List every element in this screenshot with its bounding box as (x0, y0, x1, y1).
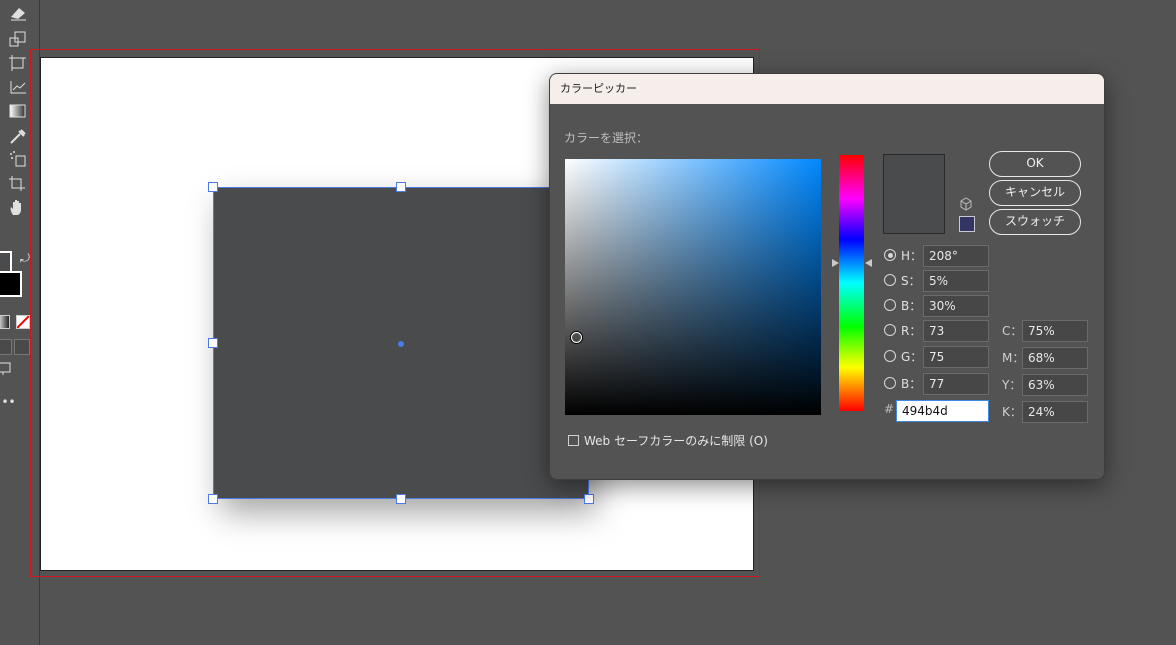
blue-radio[interactable] (884, 377, 896, 389)
saturation-field[interactable]: 5% (923, 270, 989, 292)
yellow-field[interactable]: 63% (1022, 374, 1088, 396)
hue-field[interactable]: 208° (923, 245, 989, 267)
magenta-field[interactable]: 68% (1022, 347, 1088, 369)
hue-radio[interactable] (884, 249, 896, 261)
saturation-brightness-field[interactable] (565, 159, 821, 415)
saturation-label: S： (901, 274, 921, 288)
select-color-label: カラーを選択： (564, 131, 649, 145)
saturation-row: S： 5% (884, 270, 994, 292)
hue-slider[interactable] (839, 155, 864, 411)
dialog-title[interactable]: カラーピッカー (550, 74, 1104, 104)
hex-label: # (884, 402, 895, 416)
green-row: G： 75 (884, 346, 994, 368)
current-color-swatch (883, 154, 945, 234)
color-picker-dialog: カラーピッカー カラーを選択： OK キャンセル スウォッチ H： 208° S… (549, 73, 1105, 480)
brightness-label: B： (901, 299, 922, 313)
green-radio[interactable] (884, 350, 896, 362)
handle-bottom-center[interactable] (396, 494, 406, 504)
symbol-sprayer-icon[interactable] (8, 150, 30, 170)
cyan-label: C： (1002, 324, 1023, 338)
more-tools-icon[interactable]: ••• (0, 392, 16, 412)
out-of-web-gamut-icon (959, 196, 973, 211)
handle-middle-left[interactable] (208, 338, 218, 348)
blue-row: B： 77 (884, 373, 994, 395)
draw-behind-icon[interactable] (14, 339, 30, 355)
ok-button[interactable]: OK (989, 151, 1081, 177)
graph-icon[interactable] (8, 78, 30, 98)
web-safe-color-swatch[interactable] (959, 216, 975, 232)
color-marker[interactable] (571, 332, 582, 343)
red-label: R： (901, 324, 922, 338)
black-label: K： (1002, 405, 1022, 419)
handle-bottom-right[interactable] (584, 494, 594, 504)
hand-icon[interactable] (8, 198, 30, 218)
brightness-radio[interactable] (884, 299, 896, 311)
handle-top-left[interactable] (208, 182, 218, 192)
stroke-swatch[interactable] (0, 271, 22, 297)
center-point (398, 341, 404, 347)
black-field[interactable]: 24% (1022, 401, 1088, 423)
draw-mode-icon[interactable] (0, 339, 12, 355)
cancel-button[interactable]: キャンセル (989, 180, 1081, 206)
hue-slider-arrow-right[interactable] (865, 259, 872, 267)
cyan-field[interactable]: 75% (1022, 320, 1088, 342)
gradient-swatch-icon[interactable] (0, 315, 10, 329)
saturation-radio[interactable] (884, 274, 896, 286)
red-field[interactable]: 73 (923, 320, 989, 342)
red-row: R： 73 (884, 320, 994, 342)
brightness-field[interactable]: 30% (923, 295, 989, 317)
green-label: G： (901, 350, 923, 364)
slice-icon[interactable] (8, 174, 30, 194)
scale-icon[interactable] (8, 30, 30, 50)
eyedropper-icon[interactable] (8, 127, 30, 147)
artboard-icon[interactable] (8, 54, 30, 74)
brightness-row: B： 30% (884, 295, 994, 317)
yellow-label: Y： (1002, 378, 1022, 392)
gradient-icon[interactable] (8, 102, 30, 122)
hex-field[interactable]: 494b4d (896, 400, 989, 422)
blue-label: B： (901, 377, 922, 391)
screen-mode-icon[interactable] (0, 361, 18, 381)
eraser-icon[interactable] (8, 5, 30, 25)
hue-row: H： 208° (884, 245, 994, 267)
websafe-checkbox[interactable] (568, 435, 579, 446)
hue-slider-arrow-left[interactable] (832, 259, 839, 267)
red-radio[interactable] (884, 324, 896, 336)
hue-label: H： (901, 249, 923, 263)
none-color-icon[interactable] (16, 315, 30, 329)
websafe-label[interactable]: Web セーフカラーのみに制限 (O) (584, 432, 768, 449)
magenta-label: M： (1002, 351, 1025, 365)
handle-top-center[interactable] (396, 182, 406, 192)
handle-bottom-left[interactable] (208, 494, 218, 504)
swatches-button[interactable]: スウォッチ (989, 209, 1081, 235)
hex-row: # 494b4d (884, 400, 994, 422)
green-field[interactable]: 75 (923, 346, 989, 368)
blue-field[interactable]: 77 (923, 373, 989, 395)
